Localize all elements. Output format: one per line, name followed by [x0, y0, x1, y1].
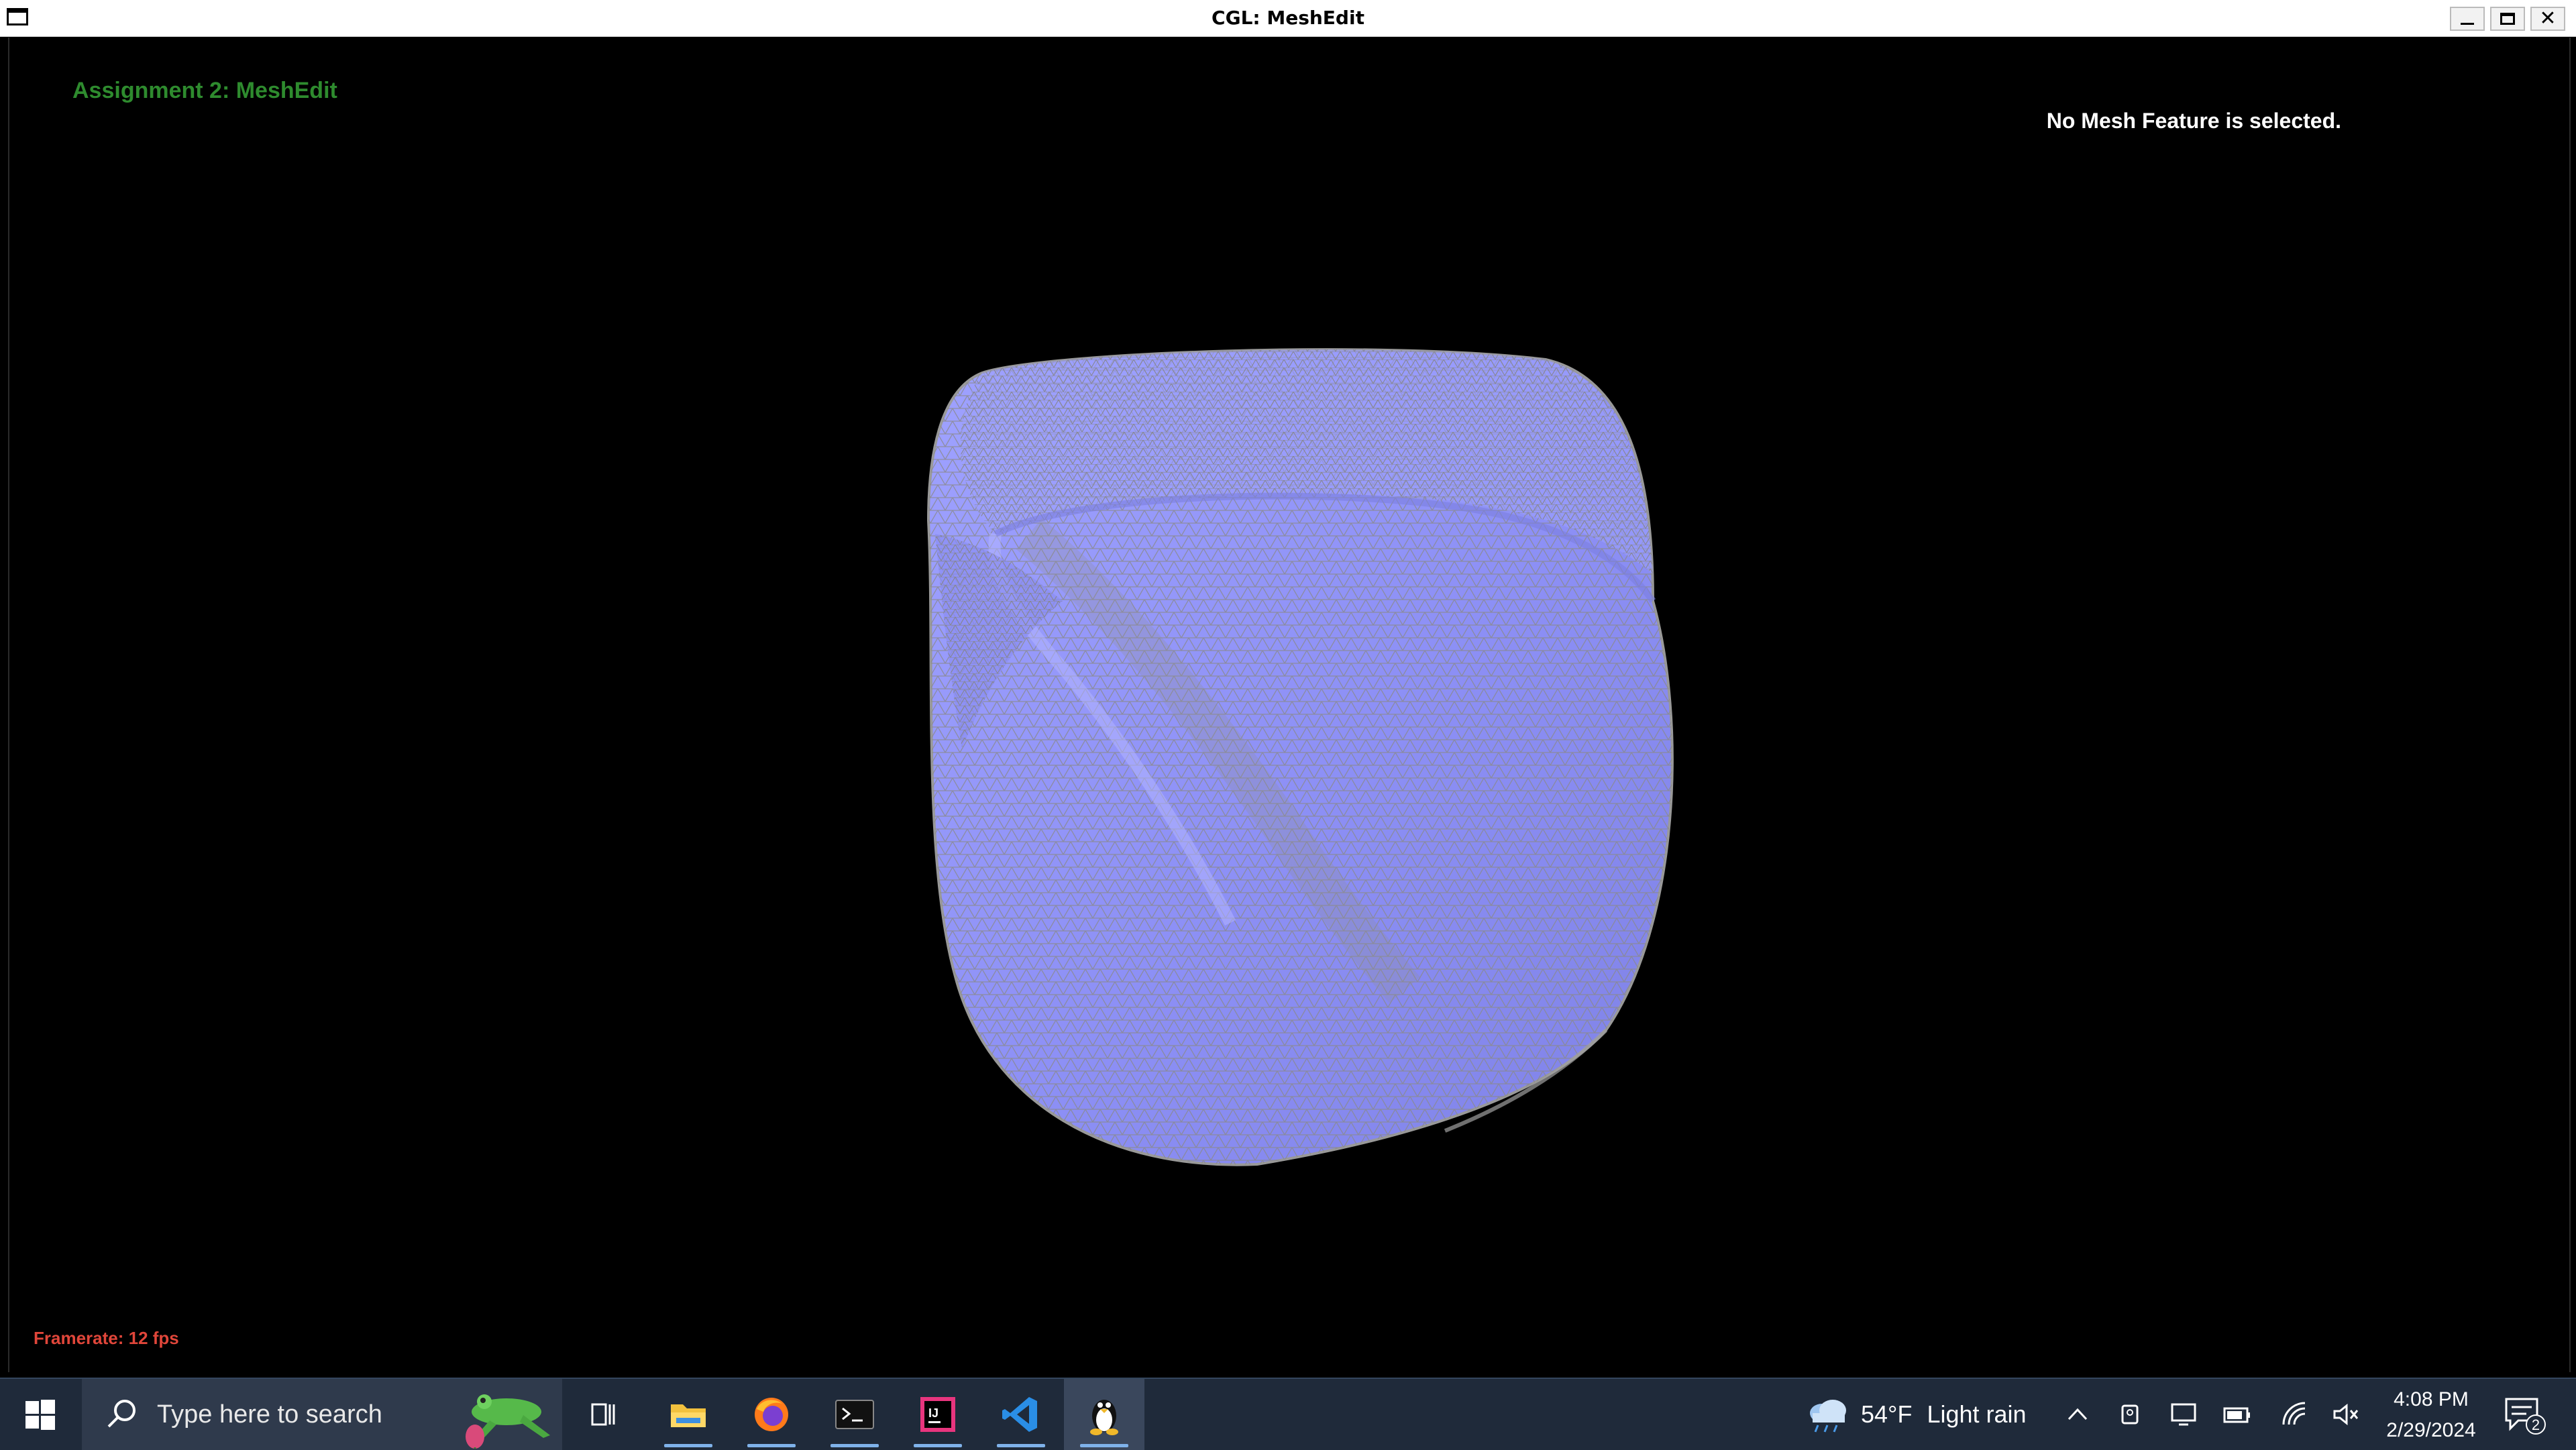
minimize-icon [2461, 22, 2474, 25]
intellij-icon: IJ [920, 1397, 955, 1432]
window-title: CGL: MeshEdit [1212, 7, 1364, 29]
selection-status: No Mesh Feature is selected. [2046, 109, 2341, 133]
windows-logo-icon [25, 1400, 55, 1430]
svg-text:IJ: IJ [928, 1406, 938, 1420]
start-button[interactable] [0, 1379, 80, 1450]
vscode-icon [1002, 1397, 1037, 1432]
weather-condition: Light rain [1927, 1400, 2027, 1428]
task-view-button[interactable] [564, 1379, 644, 1450]
framerate-label: Framerate: 12 fps [34, 1328, 179, 1348]
taskbar-intellij[interactable]: IJ [898, 1379, 978, 1450]
clock[interactable]: 4:08 PM 2/29/2024 [2364, 1384, 2498, 1446]
maximize-icon [2500, 13, 2515, 25]
cloud-rain-icon [1810, 1400, 1846, 1433]
task-view-icon [591, 1403, 615, 1426]
close-button[interactable]: ✕ [2530, 7, 2565, 31]
search-placeholder: Type here to search [157, 1400, 382, 1429]
search-box[interactable]: Type here to search [82, 1379, 562, 1450]
notification-center-button[interactable]: 2 [2500, 1394, 2549, 1437]
notification-count: 2 [2532, 1416, 2540, 1433]
weather-widget[interactable]: 54°F Light rain [1805, 1379, 2027, 1450]
minimize-button[interactable] [2450, 7, 2485, 31]
search-icon [107, 1400, 136, 1428]
speaker-muted-icon[interactable] [2329, 1398, 2363, 1431]
taskbar-file-explorer[interactable] [648, 1379, 729, 1450]
taskbar-linux-app[interactable] [1064, 1379, 1144, 1450]
taskbar-vscode[interactable] [981, 1379, 1061, 1450]
chevron-up-icon[interactable] [2061, 1398, 2094, 1431]
firefox-icon [755, 1398, 788, 1431]
taskbar: Type here to search IJ 54°F Light rain 4… [0, 1378, 2576, 1450]
maximize-button[interactable] [2490, 7, 2525, 31]
tux-icon [1090, 1400, 1118, 1435]
monitor-icon[interactable] [2167, 1398, 2200, 1431]
wifi-icon[interactable] [2278, 1398, 2312, 1431]
weather-temperature: 54°F [1861, 1400, 1913, 1428]
battery-icon[interactable] [2220, 1398, 2254, 1431]
taskbar-terminal[interactable] [814, 1379, 895, 1450]
folder-icon [671, 1404, 706, 1427]
terminal-icon [835, 1400, 874, 1429]
mesh-object[interactable] [908, 319, 1713, 1191]
assignment-label: Assignment 2: MeshEdit [72, 78, 337, 103]
taskbar-firefox[interactable] [731, 1379, 812, 1450]
frog-highlight-icon[interactable] [443, 1382, 557, 1449]
clock-date: 2/29/2024 [2386, 1419, 2476, 1441]
render-viewport[interactable]: Assignment 2: MeshEdit No Mesh Feature i… [8, 38, 2571, 1372]
camera-icon[interactable] [2114, 1398, 2148, 1431]
clock-time: 4:08 PM [2394, 1388, 2469, 1410]
close-icon: ✕ [2539, 7, 2557, 30]
window-titlebar[interactable]: CGL: MeshEdit ✕ [0, 0, 2576, 37]
